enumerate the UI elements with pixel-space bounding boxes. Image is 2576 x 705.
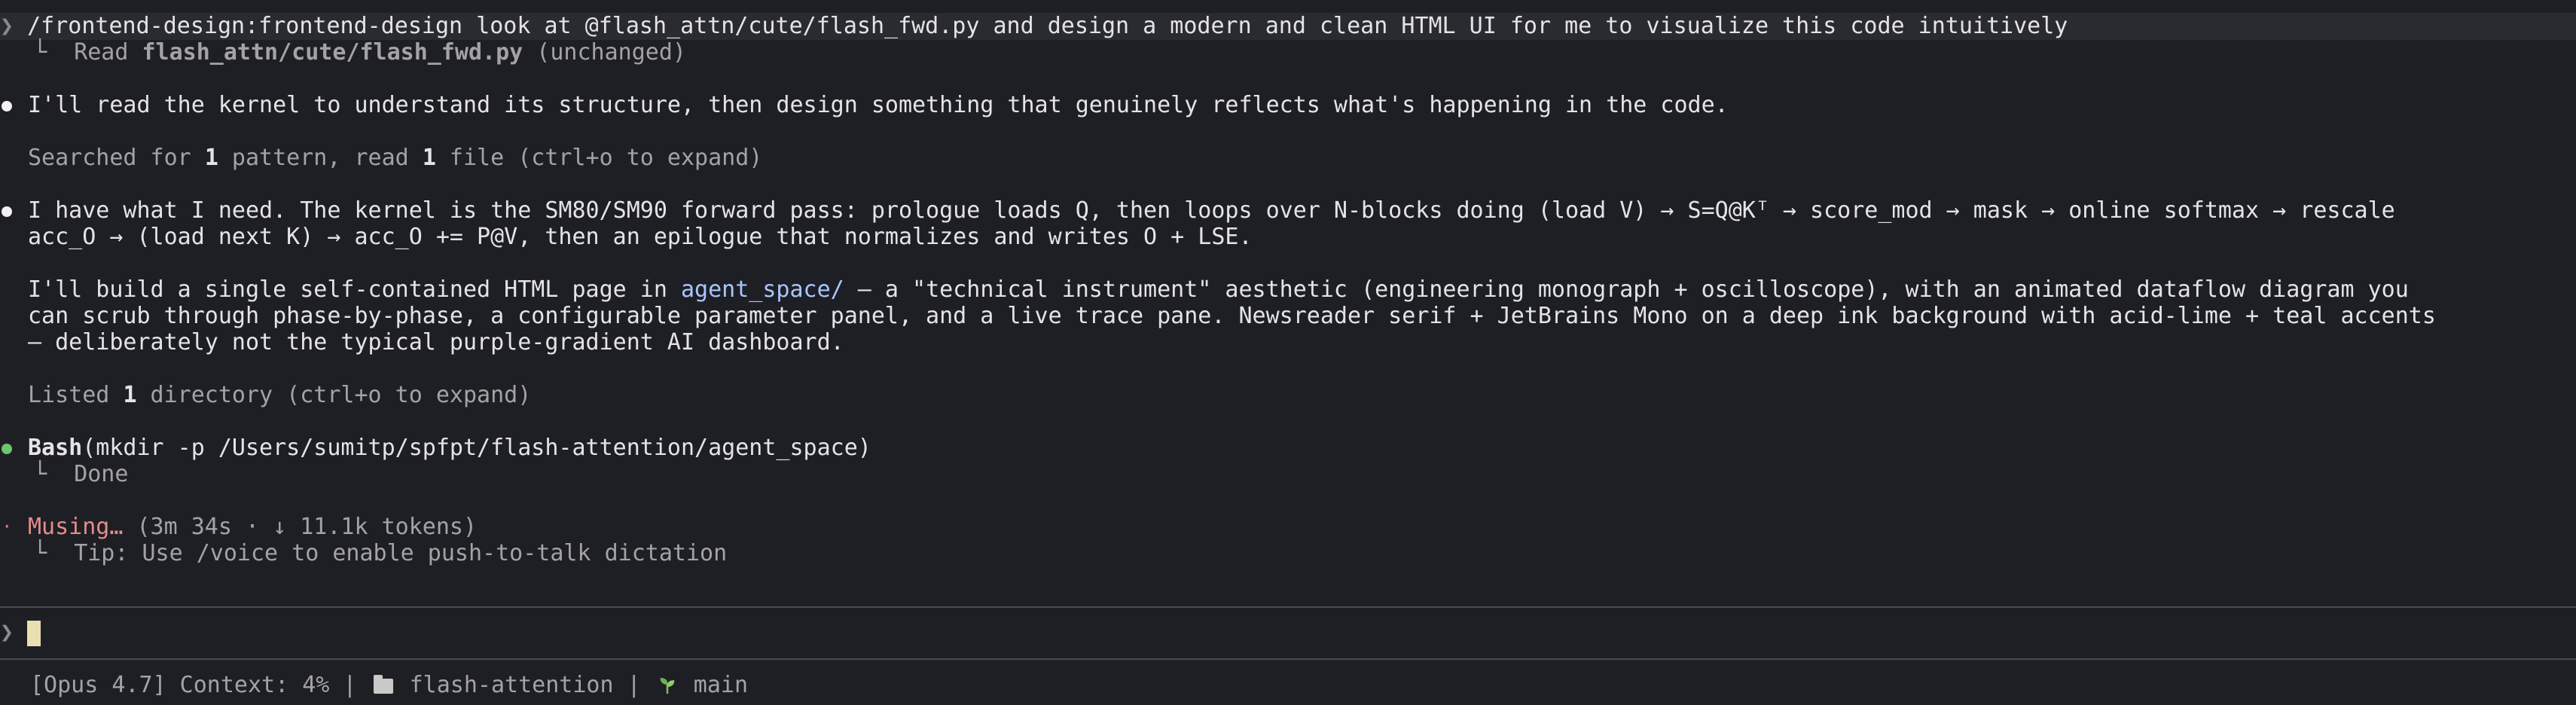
musing-spinner-icon: · (2, 516, 13, 537)
assistant-message-1: I'll read the kernel to understand its s… (28, 92, 1729, 118)
input-divider-bottom (0, 658, 2576, 660)
status-bar: [Opus 4.7] Context: 4% | flash-attention… (30, 672, 748, 698)
assistant-message-3-line-3: — deliberately not the typical purple-gr… (28, 329, 844, 356)
tree-connector-icon: └ (33, 461, 75, 487)
user-prompt-text: /frontend-design:frontend-design look at… (27, 13, 2068, 39)
input-caret-icon: ❯ (0, 619, 14, 645)
pattern-count: 1 (204, 145, 218, 171)
message-text: — a "technical instrument" aesthetic (en… (844, 276, 2409, 303)
tip-text: Tip: Use /voice to enable push-to-talk d… (74, 540, 728, 566)
model-context: [Opus 4.7] Context: 4% | (30, 672, 371, 698)
branch-name: main (693, 672, 749, 698)
folder-icon (373, 675, 393, 694)
assistant-bullet-icon (2, 101, 12, 111)
read-file-path[interactable]: flash_attn/cute/flash_fwd.py (142, 39, 523, 66)
repo-name: flash-attention | (409, 672, 655, 698)
listed-label: Listed (28, 382, 124, 408)
searched-label-2: pattern, read (218, 145, 423, 171)
user-prompt-line: ❯ /frontend-design:frontend-design look … (0, 13, 2068, 39)
directory-count: 1 (123, 382, 137, 408)
musing-status: Musing… (3m 34s · ↓ 11.1k tokens) (28, 514, 477, 540)
branch-leaf-icon (660, 678, 674, 694)
bash-result-line: └ Done (33, 461, 128, 487)
bash-result: Done (74, 461, 129, 487)
read-verb: Read (74, 39, 142, 66)
agent-space-link[interactable]: agent_space/ (681, 276, 844, 303)
musing-label: Musing… (28, 514, 124, 540)
file-count: 1 (422, 145, 436, 171)
message-text: I'll build a single self-contained HTML … (28, 276, 681, 303)
tool-success-bullet-icon (2, 444, 12, 454)
tree-connector-icon: └ (33, 540, 75, 566)
searched-label: Searched for (28, 145, 205, 171)
assistant-message-2-line-1: I have what I need. The kernel is the SM… (28, 197, 2395, 224)
searched-hint: file (ctrl+o to expand) (435, 145, 763, 171)
prompt-caret-icon: ❯ (0, 13, 14, 39)
assistant-message-2-line-2: acc_O → (load next K) → acc_O += P@V, th… (28, 224, 1253, 250)
read-result-line: └ Read flash_attn/cute/flash_fwd.py (unc… (33, 39, 686, 66)
listed-hint: directory (ctrl+o to expand) (136, 382, 532, 408)
assistant-message-3-line-2: can scrub through phase-by-phase, a conf… (28, 303, 2436, 329)
input-line[interactable]: ❯ (0, 619, 41, 646)
searched-summary[interactable]: Searched for 1 pattern, read 1 file (ctr… (28, 145, 762, 171)
assistant-message-3-line-1: I'll build a single self-contained HTML … (28, 276, 2409, 303)
tool-args: (mkdir -p /Users/sumitp/spfpt/flash-atte… (82, 435, 871, 461)
terminal-window: ❯ /frontend-design:frontend-design look … (0, 0, 2576, 705)
listed-summary[interactable]: Listed 1 directory (ctrl+o to expand) (28, 382, 531, 408)
musing-stats: (3m 34s · ↓ 11.1k tokens) (123, 514, 478, 540)
tool-name: Bash (28, 435, 83, 461)
text-cursor[interactable] (27, 620, 41, 646)
input-divider-top (0, 606, 2576, 608)
tree-connector-icon: └ (33, 39, 75, 66)
assistant-bullet-icon (2, 206, 12, 217)
tip-line: └ Tip: Use /voice to enable push-to-talk… (33, 540, 727, 566)
read-note: (unchanged) (523, 39, 686, 66)
bash-tool-call: Bash(mkdir -p /Users/sumitp/spfpt/flash-… (28, 435, 871, 461)
